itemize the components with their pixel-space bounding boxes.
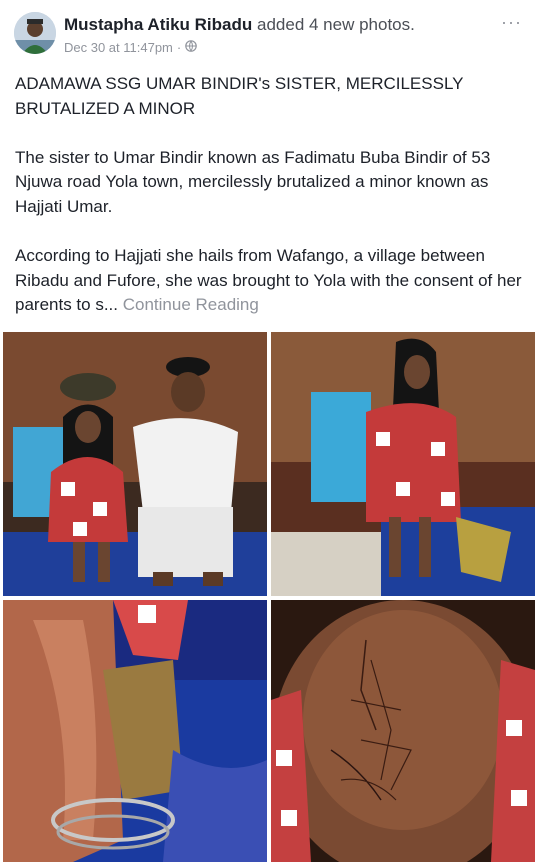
more-options-icon[interactable]: ··· (501, 12, 522, 33)
author-name[interactable]: Mustapha Atiku Ribadu (64, 15, 252, 34)
post-timestamp[interactable]: Dec 30 at 11:47pm (64, 40, 173, 55)
photo-injured-arm[interactable] (3, 600, 267, 862)
continue-reading-link[interactable]: Continue Reading (123, 295, 259, 314)
meta-separator: · (176, 40, 182, 55)
globe-icon (185, 40, 198, 55)
post-title: ADAMAWA SSG UMAR BINDIR's SISTER, MERCIL… (15, 74, 464, 118)
post-text: ADAMAWA SSG UMAR BINDIR's SISTER, MERCIL… (15, 72, 530, 318)
author-avatar[interactable] (14, 12, 56, 54)
post-action: added 4 new photos. (257, 15, 415, 34)
post-meta: Dec 30 at 11:47pm · (64, 40, 198, 55)
author-line: Mustapha Atiku Ribadu added 4 new photos… (64, 14, 415, 36)
photo-scarred-back[interactable] (271, 600, 535, 862)
post-paragraph-2: According to Hajjati she hails from Wafa… (15, 246, 522, 315)
photo-girl-and-man-seated[interactable] (3, 332, 267, 596)
post-paragraph-2-wrapper: According to Hajjati she hails from Wafa… (15, 244, 530, 318)
post-paragraph-1: The sister to Umar Bindir known as Fadim… (15, 147, 491, 216)
photo-girl-seated-alone[interactable] (271, 332, 535, 596)
post-header: Mustapha Atiku Ribadu added 4 new photos… (0, 0, 544, 66)
